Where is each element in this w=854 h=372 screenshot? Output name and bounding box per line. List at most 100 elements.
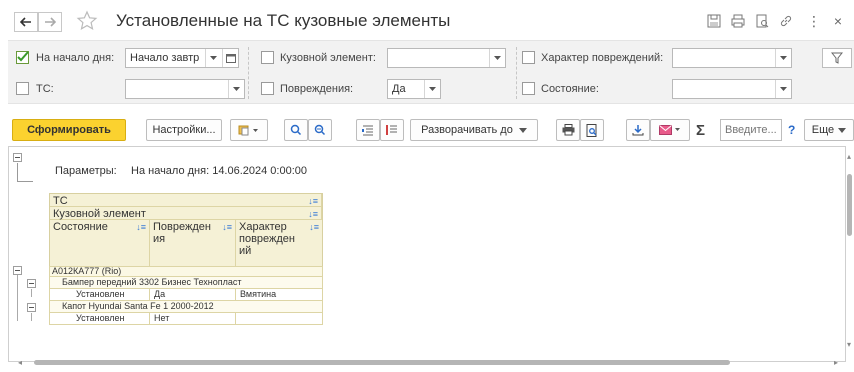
state-checkbox[interactable] bbox=[522, 82, 535, 95]
save-icon[interactable] bbox=[706, 13, 722, 29]
state-cell: Установлен bbox=[76, 313, 125, 323]
arrow-left-icon bbox=[20, 17, 31, 27]
arrow-right-icon bbox=[45, 17, 56, 27]
header-kind-label: поврежден bbox=[239, 233, 295, 245]
preview-icon[interactable] bbox=[754, 13, 770, 29]
collapse-groups-button[interactable] bbox=[356, 119, 380, 141]
download-icon bbox=[632, 125, 644, 136]
header-damage-kind: Характер поврежден ий ↓≡ bbox=[236, 220, 322, 268]
more-label: Еще bbox=[811, 124, 835, 136]
help-icon[interactable]: ? bbox=[788, 123, 795, 137]
collapse-toggle-icon[interactable] bbox=[13, 266, 22, 275]
chevron-down-icon[interactable] bbox=[489, 49, 505, 67]
send-email-button[interactable] bbox=[650, 119, 690, 141]
state-select[interactable] bbox=[672, 79, 792, 99]
damage-type-checkbox[interactable] bbox=[522, 51, 535, 64]
print-button[interactable] bbox=[556, 119, 580, 141]
body-element-label: Кузовной элемент: bbox=[280, 52, 376, 64]
element-cell: Бампер передний 3302 Бизнес Технопласт bbox=[62, 277, 242, 287]
horizontal-scrollbar[interactable]: ◂ ▸ bbox=[18, 358, 838, 367]
list-expand-icon bbox=[386, 125, 397, 135]
collapse-toggle-icon[interactable] bbox=[27, 303, 36, 312]
tree-line bbox=[17, 181, 33, 182]
damages-checkbox[interactable] bbox=[261, 82, 274, 95]
filter-button[interactable] bbox=[822, 48, 852, 68]
vehicle-checkbox[interactable] bbox=[16, 82, 29, 95]
printer-icon bbox=[562, 124, 574, 136]
chevron-down-icon[interactable] bbox=[228, 80, 244, 98]
header-damage: Поврежден ия ↓≡ bbox=[150, 220, 236, 268]
table-header: ТС ↓≡ Кузовной элемент ↓≡ Состояние ↓≡ П… bbox=[49, 193, 323, 269]
expand-to-button[interactable]: Разворачивать до bbox=[410, 119, 538, 141]
header-state-label: Состояние bbox=[53, 221, 108, 233]
start-of-day-value: Начало завтр bbox=[130, 52, 200, 64]
more-button[interactable]: Еще bbox=[804, 119, 854, 141]
search-icon bbox=[290, 124, 302, 136]
calendar-icon[interactable] bbox=[222, 49, 238, 67]
table-row[interactable]: Установлен Да Вмятина bbox=[49, 289, 323, 301]
expand-groups-button[interactable] bbox=[380, 119, 404, 141]
start-of-day-select[interactable]: Начало завтр bbox=[125, 48, 239, 68]
chevron-down-icon[interactable] bbox=[205, 49, 221, 67]
chevron-down-icon[interactable] bbox=[424, 80, 440, 98]
damages-value: Да bbox=[392, 83, 406, 95]
command-bar: Сформировать Настройки... Разворачивать … bbox=[0, 112, 854, 142]
table-row[interactable]: А012КА777 (Rio) bbox=[49, 266, 323, 277]
settings-button[interactable]: Настройки... bbox=[146, 119, 222, 141]
favorite-star-icon[interactable] bbox=[76, 10, 98, 32]
chevron-down-icon[interactable] bbox=[775, 49, 791, 67]
print-preview-button[interactable] bbox=[580, 119, 604, 141]
chevron-down-icon[interactable] bbox=[775, 80, 791, 98]
cell-divider bbox=[149, 289, 150, 300]
print-icon[interactable] bbox=[730, 13, 746, 29]
find-next-button[interactable] bbox=[308, 119, 332, 141]
chevron-down-icon bbox=[518, 127, 527, 133]
header-state: Состояние ↓≡ bbox=[50, 220, 150, 268]
damage-type-select[interactable] bbox=[672, 48, 792, 68]
tree-line bbox=[17, 163, 18, 181]
sort-icon[interactable]: ↓≡ bbox=[308, 208, 318, 220]
sort-icon[interactable]: ↓≡ bbox=[222, 221, 232, 233]
start-of-day-label: На начало дня: bbox=[36, 52, 115, 64]
link-icon[interactable] bbox=[778, 13, 794, 29]
divider bbox=[516, 47, 517, 99]
sum-icon[interactable]: Σ bbox=[696, 122, 705, 139]
envelope-icon bbox=[659, 125, 680, 135]
find-button[interactable] bbox=[284, 119, 308, 141]
table-row[interactable]: Установлен Нет bbox=[49, 313, 323, 325]
print-preview-icon bbox=[586, 123, 597, 137]
sort-icon[interactable]: ↓≡ bbox=[308, 195, 318, 207]
report-area: Параметры: На начало дня: 14.06.2024 0:0… bbox=[8, 146, 846, 362]
body-element-select[interactable] bbox=[387, 48, 506, 68]
menu-icon[interactable]: ⋮ bbox=[806, 13, 822, 29]
table-row[interactable]: Капот Hyundai Santa Fe 1 2000-2012 bbox=[49, 301, 323, 313]
scroll-down-icon[interactable]: ▾ bbox=[847, 340, 851, 349]
close-icon[interactable]: × bbox=[830, 13, 846, 29]
scroll-left-icon[interactable]: ◂ bbox=[18, 358, 22, 367]
scroll-thumb[interactable] bbox=[847, 174, 852, 236]
sort-icon[interactable]: ↓≡ bbox=[309, 221, 319, 233]
back-button[interactable] bbox=[14, 12, 38, 32]
generate-button[interactable]: Сформировать bbox=[12, 119, 126, 141]
scroll-right-icon[interactable]: ▸ bbox=[834, 358, 838, 367]
collapse-toggle-icon[interactable] bbox=[27, 279, 36, 288]
forward-button[interactable] bbox=[38, 12, 62, 32]
vertical-scrollbar[interactable]: ▴ ▾ bbox=[846, 146, 854, 362]
table-row[interactable]: Бампер передний 3302 Бизнес Технопласт bbox=[49, 277, 323, 289]
search-field[interactable] bbox=[721, 120, 781, 140]
damages-select[interactable]: Да bbox=[387, 79, 441, 99]
start-of-day-checkbox[interactable] bbox=[16, 51, 29, 64]
variants-button[interactable] bbox=[230, 119, 268, 141]
list-collapse-icon bbox=[362, 125, 373, 136]
body-element-checkbox[interactable] bbox=[261, 51, 274, 64]
save-to-file-button[interactable] bbox=[626, 119, 650, 141]
search-input[interactable] bbox=[720, 119, 782, 141]
vehicle-select[interactable] bbox=[125, 79, 245, 99]
scroll-up-icon[interactable]: ▴ bbox=[847, 152, 851, 161]
scroll-thumb[interactable] bbox=[34, 360, 730, 365]
header-damage-label: Поврежден bbox=[153, 221, 211, 233]
funnel-icon bbox=[831, 52, 843, 64]
params-value: На начало дня: 14.06.2024 0:00:00 bbox=[131, 165, 308, 177]
sort-icon[interactable]: ↓≡ bbox=[136, 221, 146, 233]
collapse-toggle-icon[interactable] bbox=[13, 153, 22, 162]
